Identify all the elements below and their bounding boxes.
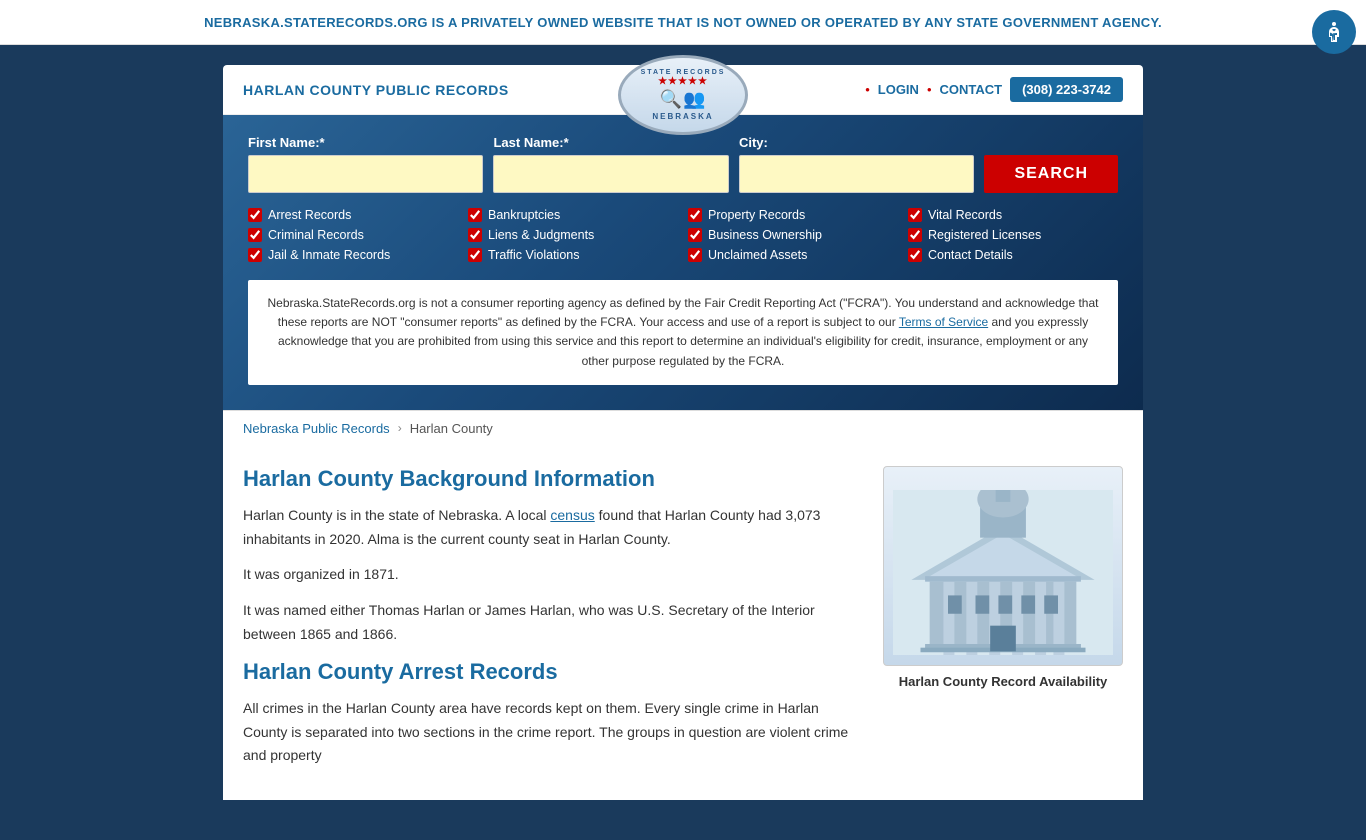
sidebar-caption: Harlan County Record Availability xyxy=(883,666,1123,697)
checkbox-item: Business Ownership xyxy=(688,228,898,242)
checkbox-label: Vital Records xyxy=(928,208,1002,222)
census-link[interactable]: census xyxy=(550,507,594,523)
checkbox-label: Contact Details xyxy=(928,248,1013,262)
logo-icons: 🔍👥 xyxy=(660,89,707,110)
header-card: HARLAN COUNTY PUBLIC RECORDS STATE RECOR… xyxy=(223,65,1143,800)
breadcrumb-current: Harlan County xyxy=(410,421,493,436)
logo-container: STATE RECORDS ★★★★★ 🔍👥 NEBRASKA xyxy=(618,55,748,135)
header-top: HARLAN COUNTY PUBLIC RECORDS STATE RECOR… xyxy=(223,65,1143,115)
content-area: Harlan County Background Information Har… xyxy=(223,446,1143,800)
last-name-input[interactable] xyxy=(493,155,728,193)
main-wrapper: HARLAN COUNTY PUBLIC RECORDS STATE RECOR… xyxy=(0,45,1366,840)
center-container: HARLAN COUNTY PUBLIC RECORDS STATE RECOR… xyxy=(208,65,1158,800)
section2-p1: All crimes in the Harlan County area hav… xyxy=(243,697,858,768)
logo-bottom-text: NEBRASKA xyxy=(652,112,713,121)
search-button[interactable]: SEARCH xyxy=(984,155,1118,193)
checkbox-item: Bankruptcies xyxy=(468,208,678,222)
breadcrumb-parent-link[interactable]: Nebraska Public Records xyxy=(243,421,390,436)
checkbox-label: Business Ownership xyxy=(708,228,822,242)
login-link[interactable]: LOGIN xyxy=(878,82,919,97)
checkbox-item: Property Records xyxy=(688,208,898,222)
checkboxes-grid: Arrest Records Bankruptcies Property Recor… xyxy=(248,208,1118,262)
section1-p1: Harlan County is in the state of Nebrask… xyxy=(243,504,858,552)
checkbox-item: Vital Records xyxy=(908,208,1118,222)
logo-stars: ★★★★★ xyxy=(658,76,708,87)
checkbox-liens-&-judgments[interactable] xyxy=(468,228,482,242)
checkbox-vital-records[interactable] xyxy=(908,208,922,222)
breadcrumb: Nebraska Public Records › Harlan County xyxy=(223,410,1143,446)
disclaimer-text: Nebraska.StateRecords.org is not a consu… xyxy=(268,296,1099,368)
main-content: Harlan County Background Information Har… xyxy=(243,446,858,780)
breadcrumb-separator: › xyxy=(398,421,402,435)
first-name-input[interactable] xyxy=(248,155,483,193)
city-group: City: xyxy=(739,135,974,193)
city-input[interactable] xyxy=(739,155,974,193)
checkbox-registered-licenses[interactable] xyxy=(908,228,922,242)
first-name-label: First Name:* xyxy=(248,135,483,150)
checkbox-label: Arrest Records xyxy=(268,208,351,222)
section1-p3: It was named either Thomas Harlan or Jam… xyxy=(243,599,858,647)
terms-link[interactable]: Terms of Service xyxy=(899,315,988,329)
checkbox-label: Bankruptcies xyxy=(488,208,560,222)
last-name-group: Last Name:* xyxy=(493,135,728,193)
site-title: HARLAN COUNTY PUBLIC RECORDS xyxy=(243,82,509,98)
banner-text: NEBRASKA.STATERECORDS.ORG IS A PRIVATELY… xyxy=(204,15,1162,30)
header-nav: • LOGIN • CONTACT (308) 223-3742 xyxy=(865,77,1123,102)
checkbox-business-ownership[interactable] xyxy=(688,228,702,242)
top-banner: NEBRASKA.STATERECORDS.ORG IS A PRIVATELY… xyxy=(0,0,1366,45)
nav-dot-2: • xyxy=(927,82,932,97)
phone-button[interactable]: (308) 223-3742 xyxy=(1010,77,1123,102)
logo-top-text: STATE RECORDS xyxy=(641,69,726,76)
section2-title: Harlan County Arrest Records xyxy=(243,659,858,685)
section1-title: Harlan County Background Information xyxy=(243,466,858,492)
checkbox-label: Criminal Records xyxy=(268,228,364,242)
disclaimer-box: Nebraska.StateRecords.org is not a consu… xyxy=(248,280,1118,385)
checkbox-item: Liens & Judgments xyxy=(468,228,678,242)
checkbox-item: Unclaimed Assets xyxy=(688,248,898,262)
checkbox-property-records[interactable] xyxy=(688,208,702,222)
search-fields: First Name:* Last Name:* City: SEARCH xyxy=(248,135,1118,193)
checkbox-arrest-records[interactable] xyxy=(248,208,262,222)
checkbox-item: Criminal Records xyxy=(248,228,458,242)
checkbox-bankruptcies[interactable] xyxy=(468,208,482,222)
city-label: City: xyxy=(739,135,974,150)
accessibility-button[interactable] xyxy=(1312,10,1356,54)
checkbox-label: Registered Licenses xyxy=(928,228,1041,242)
search-section: First Name:* Last Name:* City: SEARCH xyxy=(223,115,1143,410)
checkbox-label: Unclaimed Assets xyxy=(708,248,807,262)
last-name-label: Last Name:* xyxy=(493,135,728,150)
checkbox-label: Traffic Violations xyxy=(488,248,579,262)
checkbox-item: Contact Details xyxy=(908,248,1118,262)
nav-dot-1: • xyxy=(865,82,870,97)
checkbox-unclaimed-assets[interactable] xyxy=(688,248,702,262)
checkbox-item: Registered Licenses xyxy=(908,228,1118,242)
checkbox-contact-details[interactable] xyxy=(908,248,922,262)
checkbox-jail-&-inmate-records[interactable] xyxy=(248,248,262,262)
accessibility-icon xyxy=(1322,20,1346,44)
checkbox-item: Arrest Records xyxy=(248,208,458,222)
checkbox-label: Liens & Judgments xyxy=(488,228,594,242)
sidebar: Harlan County Record Availability xyxy=(883,446,1123,780)
site-logo: STATE RECORDS ★★★★★ 🔍👥 NEBRASKA xyxy=(618,55,748,135)
checkbox-label: Property Records xyxy=(708,208,805,222)
first-name-group: First Name:* xyxy=(248,135,483,193)
building-svg xyxy=(884,490,1122,655)
checkbox-traffic-violations[interactable] xyxy=(468,248,482,262)
checkbox-item: Jail & Inmate Records xyxy=(248,248,458,262)
sidebar-building-image xyxy=(883,466,1123,666)
contact-link[interactable]: CONTACT xyxy=(940,82,1003,97)
checkbox-criminal-records[interactable] xyxy=(248,228,262,242)
checkbox-label: Jail & Inmate Records xyxy=(268,248,390,262)
section1-p2: It was organized in 1871. xyxy=(243,563,858,587)
checkbox-item: Traffic Violations xyxy=(468,248,678,262)
